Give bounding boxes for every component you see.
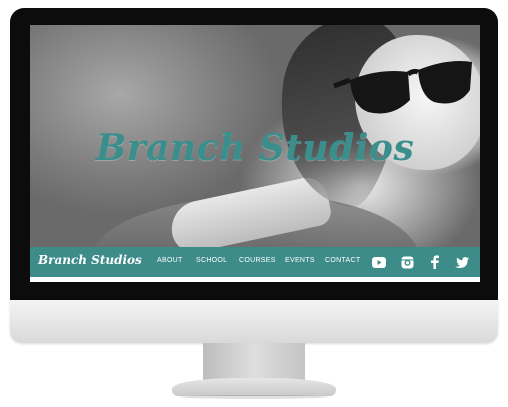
nav-bar: Branch Studios ABOUT SCHOOL COURSES EVEN… — [30, 247, 480, 277]
monitor-stand-neck — [203, 343, 305, 381]
nav-courses[interactable]: COURSES — [239, 257, 276, 264]
site-logo[interactable]: Branch Studios — [38, 253, 142, 267]
stand-shadow — [180, 395, 328, 399]
monitor-screen: Branch Studios Branch Studios ABOUT SCHO… — [30, 25, 480, 282]
nav-contact[interactable]: CONTACT — [325, 257, 360, 264]
monitor-stand-base — [172, 378, 336, 396]
nav-school[interactable]: SCHOOL — [196, 257, 227, 264]
instagram-icon[interactable] — [399, 254, 415, 270]
hero-title: Branch Studios — [95, 127, 415, 169]
screen-bottom-strip — [30, 277, 480, 282]
twitter-icon[interactable] — [454, 254, 470, 270]
monitor-chin — [10, 300, 498, 343]
nav-about[interactable]: ABOUT — [157, 257, 183, 264]
youtube-icon[interactable] — [371, 254, 387, 270]
sunglasses-graphic — [333, 61, 472, 114]
hero-image: Branch Studios — [30, 25, 480, 282]
nav-events[interactable]: EVENTS — [285, 257, 315, 264]
facebook-icon[interactable] — [427, 254, 443, 270]
